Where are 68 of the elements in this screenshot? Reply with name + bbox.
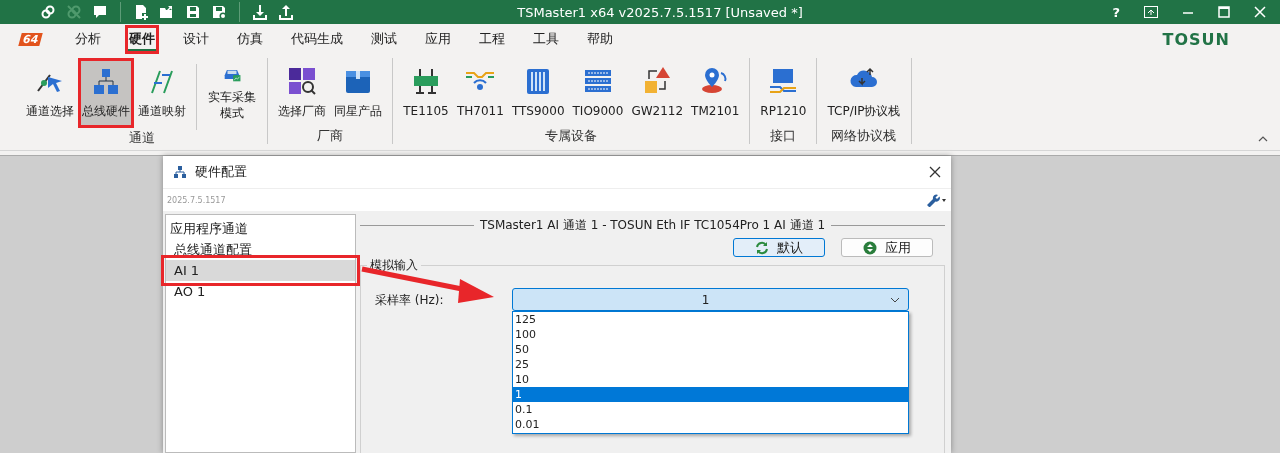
ribbon-button[interactable]: 通道映射 [134,58,190,128]
ribbon-button[interactable]: RP1210 [756,58,811,128]
maximize-icon[interactable] [1218,6,1230,18]
ribbon-button[interactable]: 选择厂商 [274,58,330,128]
save-icon[interactable] [185,4,201,20]
ribbon-group-label: 厂商 [317,128,343,144]
ribbon-button[interactable]: TTS9000 [507,58,569,128]
download-icon[interactable] [252,4,268,20]
dropdown-option[interactable]: 100 [513,327,908,342]
app-logo: 64 [18,32,44,46]
menu-tab[interactable]: 硬件 [125,24,160,54]
up-down-icon [863,240,877,255]
dropdown-option[interactable]: 25 [513,357,908,372]
tree-item[interactable]: 应用程序通道 [166,218,355,239]
ribbon-button[interactable]: 总线硬件 [78,58,134,128]
menu-tab[interactable]: 分析 [71,24,106,54]
ribbon-button[interactable]: TE1105 [399,58,453,128]
dropdown-option[interactable]: 10 [513,372,908,387]
menu-tab[interactable]: 代码生成 [287,24,348,54]
apply-button[interactable]: 应用 [841,238,933,257]
ribbon-button[interactable]: TH7011 [453,58,508,128]
dropdown-field[interactable]: 1 [512,288,909,311]
open-folder-icon[interactable] [159,4,175,20]
dropdown-option[interactable]: 125 [513,312,908,327]
help-button[interactable]: ? [1112,4,1120,20]
dropdown-option[interactable]: 50 [513,342,908,357]
close-icon[interactable] [929,166,941,178]
grid-search-icon [286,65,318,97]
field-label: 采样率 (Hz): [375,292,445,309]
ribbon-button[interactable]: TIO9000 [568,58,628,128]
refresh-icon [755,240,769,255]
tree-item[interactable]: AO 1 [166,281,355,302]
menu-tab[interactable]: 仿真 [233,24,268,54]
ribbon-group-label: 网络协议栈 [831,128,897,144]
new-file-icon[interactable] [133,4,149,20]
save-as-icon[interactable] [211,4,227,20]
ribbon-group-label: 通道 [128,130,155,146]
ribbon-button[interactable]: 实车采集模式 [203,58,261,128]
menu-tab[interactable]: 测试 [367,24,402,54]
dropdown-option[interactable]: 1 [513,387,908,402]
ribbon-button[interactable]: 同星产品 [330,58,386,128]
dropdown-option[interactable]: 0.01 [513,417,908,432]
ribbon-group-label: 接口 [770,128,797,144]
upload-icon[interactable] [278,4,294,20]
menu-tab[interactable]: 工具 [529,24,564,54]
network-icon [173,165,187,179]
collapse-ribbon-icon[interactable] [1258,136,1268,142]
ribbon-button[interactable]: TM2101 [687,58,744,128]
ribbon-button[interactable]: GW2112 [627,58,688,128]
ribbon-button[interactable]: TCP/IP协议栈 [823,58,905,128]
dropdown-option[interactable]: 0.1 [513,402,908,417]
ribbon-button[interactable]: 通道选择 [22,58,78,128]
menu-tab[interactable]: 应用 [421,24,456,54]
brand-logo: TOSUN [1162,29,1230,49]
panel-title: TSMaster1 AI 通道 1 - TOSUN Eth IF TC1054Pro 1 AI 通道 1 [479,216,826,234]
menu-tab[interactable]: 工程 [475,24,510,54]
restore-window-icon[interactable] [1144,6,1158,18]
window-title: TSMaster1 x64 v2025.7.5.1517 [Unsaved *] [517,4,803,20]
comment-icon[interactable] [92,4,108,20]
link-icon[interactable] [40,4,56,20]
chevron-down-icon [890,296,900,303]
ribbon-group-label: 专属设备 [545,128,598,144]
menu-tab[interactable]: 帮助 [583,24,618,54]
wrench-icon[interactable] [925,193,947,207]
dialog-title: 硬件配置 [195,163,247,181]
default-button[interactable]: 默认 [733,238,825,257]
menu-tab[interactable]: 设计 [179,24,214,54]
version-text: 2025.7.5.1517 [167,195,226,205]
